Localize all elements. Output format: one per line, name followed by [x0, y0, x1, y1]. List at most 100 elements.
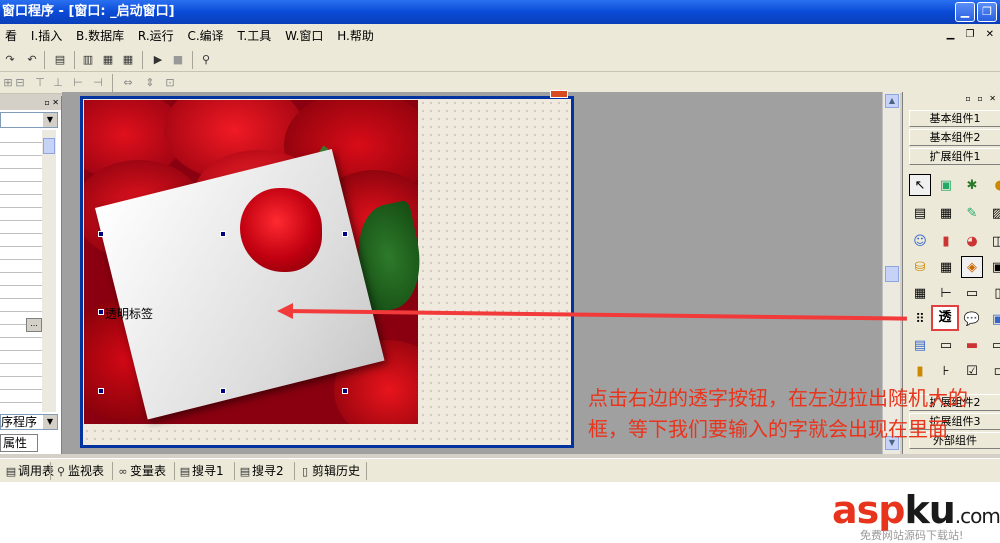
tab-properties[interactable]: 属性	[0, 434, 38, 452]
tab-call-table[interactable]: ▤ 调用表	[4, 462, 54, 480]
component-icon[interactable]: ▫	[987, 360, 1000, 382]
menu-run[interactable]: R.运行	[133, 24, 179, 48]
tab-watch[interactable]: ⚲ 监视表	[54, 462, 104, 480]
binoculars-icon[interactable]: ⚲	[198, 52, 214, 68]
scrollbar-thumb[interactable]	[43, 138, 55, 154]
checkbox-list-icon[interactable]: ☑	[961, 360, 983, 382]
people-icon[interactable]: ☺	[909, 230, 931, 252]
object-selector[interactable]: ▼	[0, 112, 58, 128]
ellipsis-button[interactable]: ...	[26, 318, 42, 332]
edit-icon[interactable]: ✎	[961, 202, 983, 224]
component-icon[interactable]: ▯	[987, 282, 1000, 304]
menu-view[interactable]: 看	[0, 24, 22, 48]
property-row[interactable]	[0, 260, 42, 273]
property-row[interactable]	[0, 182, 42, 195]
panel-header-controls[interactable]: ▫ ✕	[0, 96, 61, 110]
layout-split-icon[interactable]: ▦	[100, 52, 116, 68]
property-row[interactable]	[0, 364, 42, 377]
image-list-icon[interactable]: ▦	[935, 202, 957, 224]
chevron-down-icon[interactable]: ▼	[43, 113, 57, 127]
align-center-icon[interactable]: ⊟	[12, 75, 28, 91]
pie-chart-icon[interactable]: ◕	[961, 230, 983, 252]
scrollbar-thumb[interactable]	[885, 266, 899, 282]
grid-icon[interactable]: ▦	[935, 256, 957, 278]
component-icon[interactable]: ◖	[987, 174, 1000, 196]
property-row[interactable]	[0, 169, 42, 182]
menu-database[interactable]: B.数据库	[71, 24, 129, 48]
component-icon[interactable]: ◫	[987, 230, 1000, 252]
minimize-button[interactable]: ▁	[955, 2, 975, 22]
property-row[interactable]	[0, 221, 42, 234]
space-horizontal-icon[interactable]: ⊢	[70, 75, 86, 91]
property-row[interactable]	[0, 247, 42, 260]
transparent-label-button[interactable]: 透	[931, 305, 959, 331]
undo-icon[interactable]: ↶	[24, 52, 40, 68]
component-icon[interactable]: ◈	[961, 256, 983, 278]
frame-icon[interactable]: ▭	[961, 282, 983, 304]
picture-icon[interactable]: ▣	[935, 174, 957, 196]
folder-icon[interactable]: ▭	[935, 334, 957, 356]
align-top-icon[interactable]: ⊤	[32, 75, 48, 91]
property-row[interactable]	[0, 351, 42, 364]
resize-handle[interactable]	[342, 231, 348, 237]
property-row[interactable]	[0, 390, 42, 403]
menu-compile[interactable]: C.编译	[182, 24, 228, 48]
component-icon[interactable]: ▣	[987, 256, 1000, 278]
menu-insert[interactable]: I.插入	[26, 24, 67, 48]
property-grid[interactable]	[0, 130, 42, 416]
align-middle-icon[interactable]: ⊥	[50, 75, 66, 91]
pointer-icon[interactable]: ↖	[909, 174, 931, 196]
property-row[interactable]	[0, 234, 42, 247]
mdi-window-controls[interactable]: ▁ ❐ ✕	[947, 29, 998, 40]
table-icon[interactable]: ▦	[909, 282, 931, 304]
scroll-up-arrow[interactable]: ▲	[885, 94, 899, 108]
database-icon[interactable]: ⛁	[909, 256, 931, 278]
stop-icon[interactable]: ■	[170, 52, 186, 68]
document-icon[interactable]: ▤	[909, 202, 931, 224]
tab-search-1[interactable]: ▤ 搜寻1	[178, 462, 224, 480]
list-icon[interactable]: ▤	[909, 334, 931, 356]
property-scrollbar[interactable]	[42, 130, 56, 412]
close-icon[interactable]	[550, 90, 568, 98]
resize-handle[interactable]	[220, 388, 226, 394]
property-row[interactable]	[0, 286, 42, 299]
find-icon[interactable]: ▤	[52, 52, 68, 68]
property-row[interactable]	[0, 130, 42, 143]
component-icon[interactable]: ▨	[987, 202, 1000, 224]
tab-variables[interactable]: ∞ 变量表	[116, 462, 166, 480]
property-row[interactable]	[0, 156, 42, 169]
layout-left-icon[interactable]: ▥	[80, 52, 96, 68]
group-basic-2[interactable]: 基本组件2	[909, 129, 1000, 146]
redo-icon[interactable]: ↷	[2, 52, 18, 68]
run-icon[interactable]: ▶	[150, 52, 166, 68]
same-width-icon[interactable]: ⇔	[120, 75, 136, 91]
layout-grid-icon[interactable]: ▦	[120, 52, 136, 68]
menu-window[interactable]: W.窗口	[280, 24, 328, 48]
property-row[interactable]	[0, 338, 42, 351]
property-row[interactable]	[0, 299, 42, 312]
tree-icon[interactable]: ⊢	[935, 282, 957, 304]
resize-handle[interactable]	[342, 388, 348, 394]
component-icon[interactable]: ▣	[987, 308, 1000, 330]
resize-handle[interactable]	[98, 388, 104, 394]
same-height-icon[interactable]: ⇕	[142, 75, 158, 91]
chevron-down-icon[interactable]: ▼	[43, 415, 57, 429]
property-row[interactable]	[0, 273, 42, 286]
component-icon[interactable]: ▭	[987, 334, 1000, 356]
menu-tools[interactable]: T.工具	[233, 24, 277, 48]
bar-chart-icon[interactable]: ▮	[935, 230, 957, 252]
menu-help[interactable]: H.帮助	[332, 24, 379, 48]
progress-icon[interactable]: ▬	[961, 334, 983, 356]
battery-icon[interactable]: ▮	[909, 360, 931, 382]
resize-handle[interactable]	[220, 231, 226, 237]
panel-header-controls[interactable]: ▫ ▫ ✕	[965, 94, 998, 103]
resize-handle[interactable]	[98, 231, 104, 237]
turtle-icon[interactable]: ✱	[961, 174, 983, 196]
property-row[interactable]	[0, 208, 42, 221]
space-vertical-icon[interactable]: ⊣	[90, 75, 106, 91]
group-extended-1[interactable]: 扩展组件1	[909, 148, 1000, 165]
tab-clip-history[interactable]: ▯ 剪辑历史	[298, 462, 360, 480]
program-selector[interactable]: 序程序 ▼	[0, 414, 58, 430]
resize-handle[interactable]	[98, 309, 104, 315]
property-row[interactable]	[0, 195, 42, 208]
